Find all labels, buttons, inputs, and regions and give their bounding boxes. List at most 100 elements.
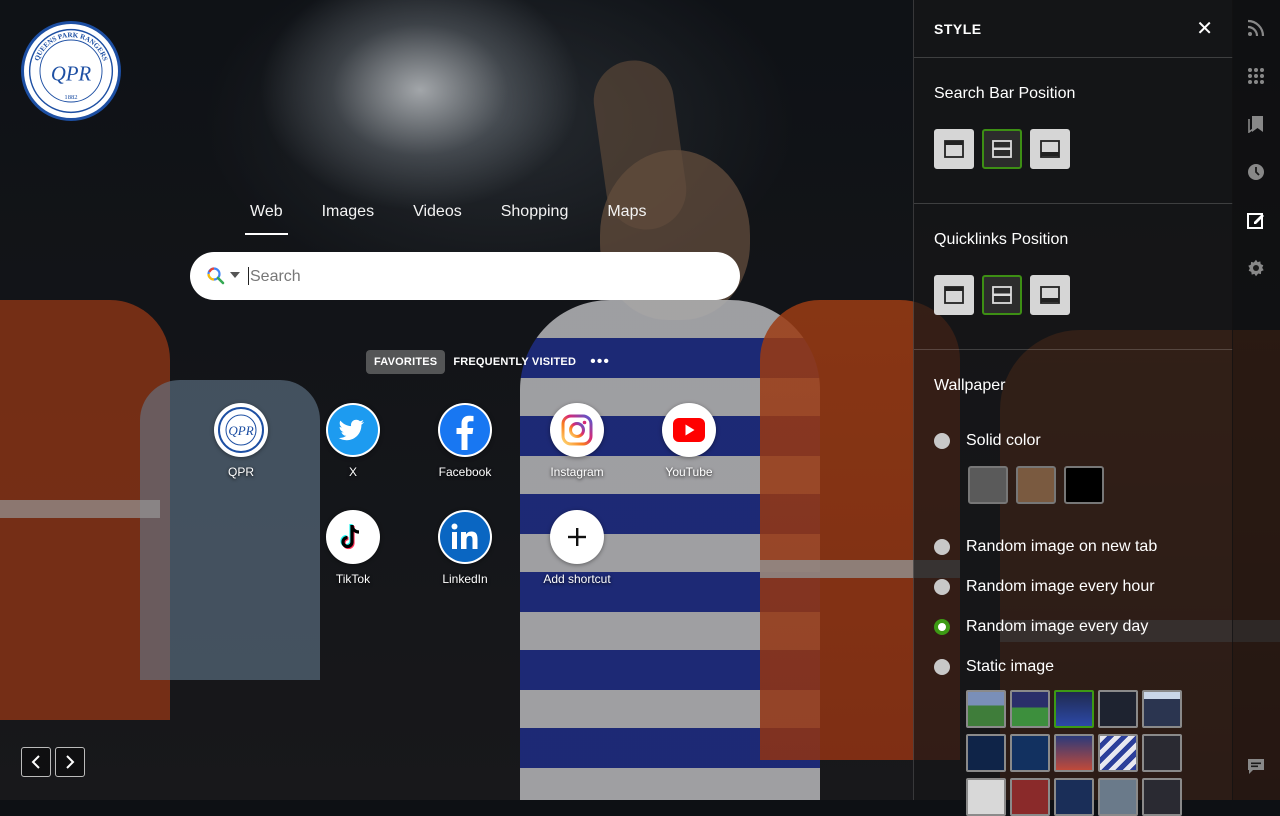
tab-maps[interactable]: Maps — [607, 196, 646, 235]
wallpaper-section: Wallpaper — [914, 350, 1233, 395]
section-heading: Search Bar Position — [934, 85, 1076, 102]
chevron-right-icon — [66, 755, 75, 769]
wallpaper-thumbnail[interactable] — [1142, 778, 1182, 816]
position-bottom-button[interactable] — [1030, 275, 1070, 315]
rss-icon[interactable] — [1246, 18, 1266, 38]
right-sidebar-rail — [1232, 0, 1280, 800]
position-bottom-button[interactable] — [1030, 129, 1070, 169]
wallpaper-thumbnail[interactable] — [966, 690, 1006, 728]
wallpaper-thumbnail[interactable] — [1098, 690, 1138, 728]
panel-header: STYLE ✕ — [914, 0, 1233, 58]
tiktok-icon — [326, 510, 380, 564]
wallpaper-thumbnail[interactable] — [966, 734, 1006, 772]
wallpaper-thumbnail[interactable] — [1054, 734, 1094, 772]
quicklink-label: QPR — [227, 465, 254, 479]
wallpaper-option-solid-color[interactable]: Solid color — [934, 432, 1041, 450]
wallpaper-thumbnail[interactable] — [1098, 778, 1138, 816]
more-options-icon[interactable]: ••• — [590, 353, 610, 371]
quicklink-label: Add shortcut — [543, 572, 611, 586]
add-shortcut-button[interactable]: Add shortcut — [532, 510, 622, 586]
wallpaper-thumbnail-selected[interactable] — [1054, 690, 1094, 728]
option-label: Random image every hour — [966, 578, 1155, 595]
wallpaper-option-random-hour[interactable]: Random image every hour — [934, 578, 1155, 596]
svg-text:1882: 1882 — [64, 94, 77, 101]
youtube-icon — [662, 403, 716, 457]
radio-button[interactable] — [934, 659, 950, 675]
chevron-left-icon — [31, 755, 40, 769]
quicklink-label: X — [348, 465, 357, 479]
next-button[interactable] — [55, 747, 85, 777]
quicklink-youtube[interactable]: YouTube — [644, 403, 734, 479]
instagram-icon — [550, 403, 604, 457]
previous-button[interactable] — [21, 747, 51, 777]
wallpaper-thumbnail[interactable] — [1098, 734, 1138, 772]
radio-button[interactable] — [934, 433, 950, 449]
text-cursor — [248, 267, 249, 285]
search-engine-icon[interactable] — [206, 266, 226, 286]
wallpaper-thumbnail[interactable] — [1142, 690, 1182, 728]
wallpaper-thumbnail[interactable] — [1142, 734, 1182, 772]
tab-images[interactable]: Images — [322, 196, 374, 235]
wallpaper-option-random-day[interactable]: Random image every day — [934, 618, 1148, 636]
wallpaper-thumbnail[interactable] — [1054, 778, 1094, 816]
color-swatch-brown[interactable] — [1016, 466, 1056, 504]
wallpaper-thumbnail[interactable] — [1010, 734, 1050, 772]
gear-icon[interactable] — [1246, 258, 1266, 278]
position-top-button[interactable] — [934, 129, 974, 169]
position-middle-button[interactable] — [982, 129, 1022, 169]
svg-text:QPR: QPR — [228, 423, 253, 438]
search-type-tabs: Web Images Videos Shopping Maps — [245, 196, 646, 235]
position-middle-button[interactable] — [982, 275, 1022, 315]
radio-button-selected[interactable] — [934, 619, 950, 635]
quicklink-x[interactable]: X — [308, 403, 398, 479]
tab-web[interactable]: Web — [245, 196, 288, 235]
twitter-bird-icon — [326, 403, 380, 457]
style-edit-icon[interactable] — [1246, 210, 1266, 230]
position-top-icon — [944, 286, 964, 304]
wallpaper-thumbnail[interactable] — [1010, 778, 1050, 816]
close-icon[interactable]: ✕ — [1196, 19, 1213, 39]
quicklink-linkedin[interactable]: LinkedIn — [420, 510, 510, 586]
quicklink-label: LinkedIn — [442, 572, 488, 586]
tab-videos[interactable]: Videos — [413, 196, 462, 235]
quicklink-instagram[interactable]: Instagram — [532, 403, 622, 479]
position-middle-icon — [992, 286, 1012, 304]
chevron-down-icon[interactable] — [230, 272, 240, 278]
position-top-button[interactable] — [934, 275, 974, 315]
wallpaper-thumbnail[interactable] — [966, 778, 1006, 816]
quicklink-label: Instagram — [550, 465, 604, 479]
quicklink-label: Facebook — [438, 465, 492, 479]
option-label: Static image — [966, 658, 1055, 675]
style-panel: STYLE ✕ Search Bar Position Quicklinks P… — [913, 0, 1233, 816]
feedback-icon[interactable] — [1246, 756, 1266, 776]
section-heading: Quicklinks Position — [934, 231, 1069, 248]
search-bar-position-section: Search Bar Position — [914, 58, 1233, 204]
quicklink-tiktok[interactable]: TikTok — [308, 510, 398, 586]
option-label: Solid color — [966, 432, 1041, 449]
plus-icon — [550, 510, 604, 564]
quicklinks-tabs: FAVORITES FREQUENTLY VISITED ••• — [366, 350, 610, 374]
apps-grid-icon[interactable] — [1246, 66, 1266, 86]
linkedin-icon — [438, 510, 492, 564]
tab-frequently-visited[interactable]: FREQUENTLY VISITED — [445, 350, 584, 374]
wallpaper-thumbnail[interactable] — [1010, 690, 1050, 728]
option-label: Random image every day — [966, 618, 1149, 635]
tab-shopping[interactable]: Shopping — [501, 196, 569, 235]
qpr-club-logo: QUEENS PARK RANGERS QPR 1882 — [21, 21, 121, 121]
color-swatch-gray[interactable] — [968, 466, 1008, 504]
wallpaper-option-static-image[interactable]: Static image — [934, 658, 1054, 676]
color-swatch-black[interactable] — [1064, 466, 1104, 504]
bookmarks-icon[interactable] — [1246, 114, 1266, 134]
position-top-icon — [944, 140, 964, 158]
option-label: Random image on new tab — [966, 538, 1158, 555]
tab-favorites[interactable]: FAVORITES — [366, 350, 446, 374]
position-bottom-icon — [1040, 140, 1060, 158]
quicklink-facebook[interactable]: Facebook — [420, 403, 510, 479]
radio-button[interactable] — [934, 579, 950, 595]
history-clock-icon[interactable] — [1246, 162, 1266, 182]
search-input[interactable] — [248, 262, 712, 292]
radio-button[interactable] — [934, 539, 950, 555]
quicklink-qpr[interactable]: QPR QPR — [196, 403, 286, 479]
quicklink-label: YouTube — [665, 465, 713, 479]
wallpaper-option-random-new-tab[interactable]: Random image on new tab — [934, 538, 1157, 556]
